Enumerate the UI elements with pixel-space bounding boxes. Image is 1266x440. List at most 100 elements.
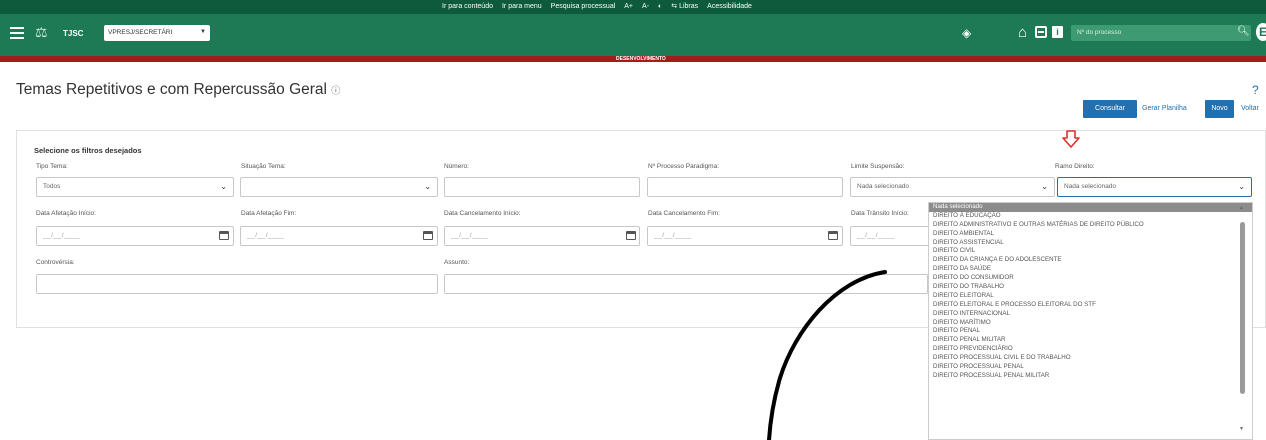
search-icon[interactable]: 🔍︎ <box>1237 26 1250 37</box>
ramo-direito-label: Ramo Direito: <box>1055 163 1095 170</box>
ramo-option[interactable]: DIREITO PENAL MILITAR <box>929 336 1252 345</box>
date-placeholder: __/__/____ <box>451 232 489 239</box>
date-placeholder: __/__/____ <box>43 232 81 239</box>
accessibility-links: Ir para conteúdo Ir para menu Pesquisa p… <box>442 2 752 11</box>
scroll-up-icon[interactable]: ▲ <box>1239 205 1244 211</box>
calendar-icon[interactable] <box>423 231 433 240</box>
processo-paradigma-label: Nº Processo Paradigma: <box>648 163 720 170</box>
process-search-link[interactable]: Pesquisa processual <box>551 2 616 10</box>
chevron-down-icon: ⌄ <box>1041 182 1048 191</box>
environment-label: DESENVOLVIMENTO <box>616 56 666 62</box>
ramo-option[interactable]: DIREITO ELEITORAL E PROCESSO ELEITORAL D… <box>929 301 1252 310</box>
page-title: Temas Repetitivos e com Repercussão Gera… <box>16 81 340 99</box>
page-title-text: Temas Repetitivos e com Repercussão Gera… <box>16 81 327 98</box>
sitemap-icon[interactable] <box>1035 26 1047 38</box>
main-header: ⚖ TJSC VPRESJ/SECRETÁRI ▼ ◈ ⌂ i Nº do pr… <box>0 14 1266 56</box>
situacao-tema-select[interactable]: ⌄ <box>240 177 438 197</box>
limite-suspensao-value: Nada selecionado <box>857 183 910 190</box>
process-search-input[interactable]: Nº do processo <box>1071 25 1251 41</box>
ramo-option[interactable]: DIREITO DO TRABALHO <box>929 283 1252 292</box>
novo-button[interactable]: Novo <box>1205 100 1234 118</box>
org-name: TJSC <box>63 29 84 38</box>
scrollbar-thumb[interactable] <box>1240 222 1245 394</box>
ramo-option[interactable]: DIREITO AMBIENTAL <box>929 230 1252 239</box>
data-cancelamento-fim-input[interactable]: __/__/____ <box>647 226 843 246</box>
home-icon[interactable]: ⌂ <box>1018 24 1027 41</box>
ramo-option[interactable]: DIREITO PROCESSUAL PENAL MILITAR <box>929 372 1252 381</box>
chevron-down-icon: ⌄ <box>220 182 227 191</box>
calendar-icon[interactable] <box>626 231 636 240</box>
help-icon[interactable]: ? <box>1252 83 1259 97</box>
chevron-down-icon: ⌄ <box>1238 182 1245 191</box>
ramo-option[interactable]: DIREITO ADMINISTRATIVO E OUTRAS MATÉRIAS… <box>929 221 1252 230</box>
numero-label: Número: <box>444 163 469 170</box>
date-placeholder: __/__/____ <box>247 232 285 239</box>
gov-logo[interactable]: ◈ <box>962 26 971 40</box>
ramo-option[interactable]: DIREITO DA CRIANÇA E DO ADOLESCENTE <box>929 256 1252 265</box>
ramo-option[interactable]: DIREITO ELEITORAL <box>929 292 1252 301</box>
data-afetacao-fim-label: Data Afetação Fim: <box>241 210 297 217</box>
data-afetacao-fim-input[interactable]: __/__/____ <box>240 226 438 246</box>
ramo-option[interactable]: DIREITO DA SAÚDE <box>929 265 1252 274</box>
numero-input[interactable] <box>444 177 640 197</box>
user-avatar[interactable]: E <box>1256 23 1266 41</box>
data-afetacao-inicio-input[interactable]: __/__/____ <box>36 226 234 246</box>
pen-annotation <box>767 270 887 440</box>
data-afetacao-inicio-label: Data Afetação Início: <box>36 210 96 217</box>
processo-paradigma-input[interactable] <box>647 177 843 197</box>
date-placeholder: __/__/____ <box>857 232 895 239</box>
data-transito-inicio-input[interactable]: __/__/____ <box>850 226 930 246</box>
gov-logo-icon: ◈ <box>962 26 972 40</box>
ramo-option[interactable]: DIREITO ASSISTENCIAL <box>929 239 1252 248</box>
help-circle-icon[interactable]: ⓘ <box>331 85 340 95</box>
situacao-tema-label: Situação Tema: <box>241 163 286 170</box>
ramo-option[interactable]: DIREITO PREVIDENCIÁRIO <box>929 345 1252 354</box>
ramo-option[interactable]: DIREITO DO CONSUMIDOR <box>929 274 1252 283</box>
libras-link[interactable]: ⇆ Libras <box>671 2 698 10</box>
ramo-option[interactable]: DIREITO À EDUCAÇÃO <box>929 212 1252 221</box>
gerar-planilha-link[interactable]: Gerar Planilha <box>1142 105 1187 112</box>
tipo-tema-value: Todos <box>43 183 61 190</box>
scroll-down-icon[interactable]: ▼ <box>1239 426 1244 432</box>
limite-suspensao-select[interactable]: Nada selecionado ⌄ <box>850 177 1055 197</box>
info-icon[interactable]: i <box>1052 26 1063 38</box>
ramo-option[interactable]: DIREITO PROCESSUAL PENAL <box>929 363 1252 372</box>
ramo-option[interactable]: DIREITO INTERNACIONAL <box>929 310 1252 319</box>
voltar-link[interactable]: Voltar <box>1241 105 1259 112</box>
consultar-button[interactable]: Consultar <box>1083 100 1137 118</box>
date-placeholder: __/__/____ <box>654 232 692 239</box>
chevron-down-icon: ⌄ <box>424 182 431 191</box>
unit-select-value: VPRESJ/SECRETÁRI <box>108 29 173 36</box>
tipo-tema-label: Tipo Tema: <box>36 163 68 170</box>
annotation-arrow-icon <box>1062 130 1080 148</box>
chevron-down-icon: ▼ <box>200 29 206 35</box>
skip-to-content-link[interactable]: Ir para conteúdo <box>442 2 493 10</box>
limite-suspensao-label: Limite Suspensão: <box>851 163 905 170</box>
ramo-direito-options[interactable]: Nada selecionado DIREITO À EDUCAÇÃO DIREIT… <box>928 202 1253 440</box>
court-logo-icon: ⚖ <box>35 24 48 40</box>
controversia-input[interactable] <box>36 274 438 294</box>
ramo-option[interactable]: Nada selecionado <box>929 203 1252 212</box>
data-cancelamento-inicio-input[interactable]: __/__/____ <box>444 226 640 246</box>
accessibility-link[interactable]: Acessibilidade <box>707 2 752 10</box>
ramo-option[interactable]: DIREITO PROCESSUAL CIVIL E DO TRABALHO <box>929 354 1252 363</box>
ramo-option[interactable]: DIREITO CIVIL <box>929 247 1252 256</box>
menu-icon[interactable] <box>10 27 24 39</box>
filter-heading: Selecione os filtros desejados <box>34 146 142 155</box>
calendar-icon[interactable] <box>219 231 229 240</box>
data-cancelamento-fim-label: Data Cancelamento Fim: <box>648 210 720 217</box>
controversia-label: Controvérsia: <box>36 259 75 266</box>
assunto-label: Assunto: <box>444 259 470 266</box>
font-decrease-button[interactable]: A- <box>642 2 649 10</box>
calendar-icon[interactable] <box>828 231 838 240</box>
font-increase-button[interactable]: A+ <box>624 2 633 10</box>
tipo-tema-select[interactable]: Todos ⌄ <box>36 177 234 197</box>
data-transito-inicio-label: Data Trânsito Início: <box>851 210 909 217</box>
skip-to-menu-link[interactable]: Ir para menu <box>502 2 542 10</box>
ramo-direito-value: Nada selecionado <box>1064 183 1117 190</box>
unit-select[interactable]: VPRESJ/SECRETÁRI ▼ <box>104 25 210 41</box>
contrast-icon[interactable]: ◐ <box>658 2 662 10</box>
ramo-option[interactable]: DIREITO MARÍTIMO <box>929 319 1252 328</box>
ramo-option[interactable]: DIREITO PENAL <box>929 327 1252 336</box>
ramo-direito-select[interactable]: Nada selecionado ⌄ <box>1057 177 1252 197</box>
